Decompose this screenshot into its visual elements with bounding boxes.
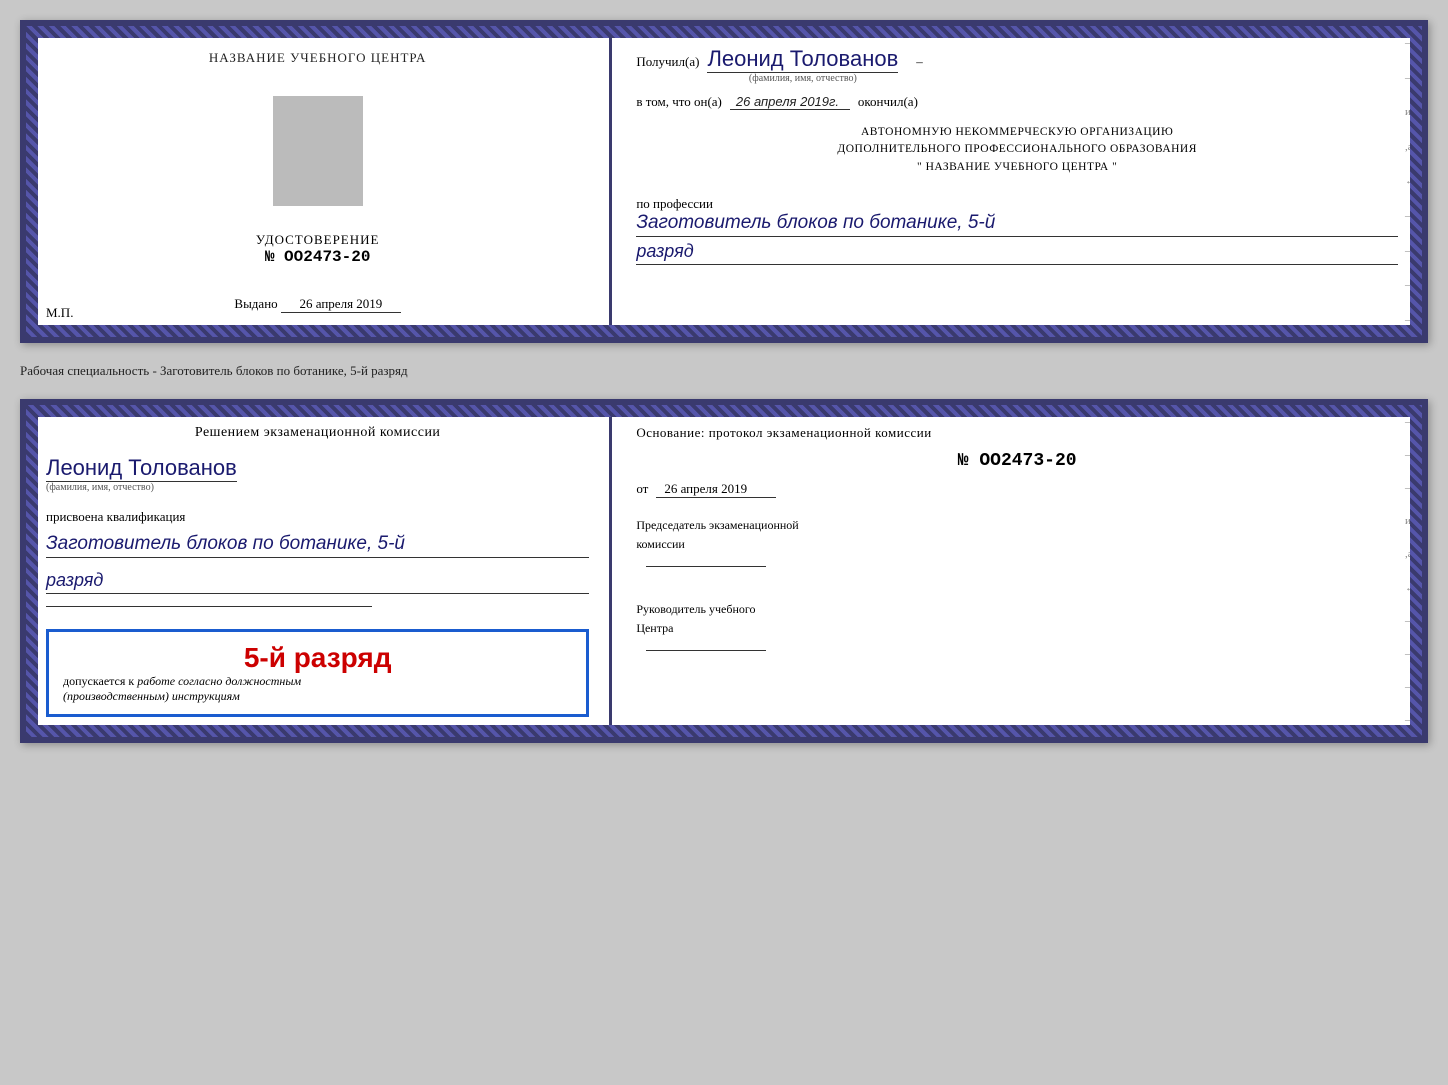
profession-name: Заготовитель блоков по ботанике, 5-й — [636, 212, 995, 233]
director-label: Руководитель учебного — [636, 600, 1398, 619]
confirm-text: в том, что он(а) — [636, 94, 722, 110]
allowed-text: допускается к — [63, 674, 134, 688]
from-date: 26 апреля 2019 — [656, 481, 776, 498]
rank-text: разряд — [636, 241, 693, 261]
bottom-rank-text: разряд — [46, 570, 103, 590]
rank-line: разряд — [636, 241, 1398, 265]
from-label: от — [636, 481, 648, 498]
recipient-section: Получил(а) Леонид Толованов (фамилия, им… — [636, 46, 1398, 84]
profession-block: по профессии Заготовитель блоков по бота… — [636, 196, 1398, 265]
org-line2: ДОПОЛНИТЕЛЬНОГО ПРОФЕССИОНАЛЬНОГО ОБРАЗО… — [636, 141, 1398, 158]
training-center-title: НАЗВАНИЕ УЧЕБНОГО ЦЕНТРА — [209, 50, 426, 66]
qualification-stamp: 5-й разряд допускается к работе согласно… — [46, 629, 589, 717]
cert-label: УДОСТОВЕРЕНИЕ — [256, 232, 380, 248]
profession-label: по профессии — [636, 196, 1398, 212]
confirm-suffix: окончил(а) — [858, 94, 918, 110]
bottom-doc-left: Решением экзаменационной комиссии Леонид… — [26, 405, 612, 737]
dash-after-name: – — [916, 54, 923, 70]
chairman-label2: комиссии — [636, 535, 1398, 554]
director-label2: Центра — [636, 619, 1398, 638]
qualification-name: Заготовитель блоков по ботанике, 5-й — [46, 533, 405, 554]
cert-number: № OO2473-20 — [265, 248, 371, 266]
received-prefix: Получил(а) — [636, 54, 699, 70]
org-block: АВТОНОМНУЮ НЕКОММЕРЧЕСКУЮ ОРГАНИЗАЦИЮ ДО… — [636, 124, 1398, 176]
top-doc-left: НАЗВАНИЕ УЧЕБНОГО ЦЕНТРА УДОСТОВЕРЕНИЕ №… — [26, 26, 612, 337]
protocol-number: № OO2473-20 — [636, 451, 1398, 471]
person-block: Леонид Толованов (фамилия, имя, отчество… — [46, 455, 589, 493]
photo-placeholder — [273, 96, 363, 206]
allowed-italic: работе согласно должностным — [137, 674, 301, 688]
person-name-subtext: (фамилия, имя, отчество) — [46, 482, 154, 493]
profession-name-line: Заготовитель блоков по ботанике, 5-й — [636, 212, 1398, 237]
chairman-block: Председатель экзаменационной комиссии — [636, 516, 1398, 574]
basis-text: Основание: протокол экзаменационной коми… — [636, 425, 1398, 441]
bottom-right-dashes: – – – и ,а ← – – – – — [1405, 405, 1416, 737]
bottom-doc-right: Основание: протокол экзаменационной коми… — [612, 405, 1422, 737]
recipient-name-block: Леонид Толованов (фамилия, имя, отчество… — [707, 46, 898, 84]
instructions-italic: (производственным) инструкциям — [63, 689, 572, 704]
separator1 — [46, 606, 372, 607]
page-container: НАЗВАНИЕ УЧЕБНОГО ЦЕНТРА УДОСТОВЕРЕНИЕ №… — [20, 20, 1428, 743]
top-document: НАЗВАНИЕ УЧЕБНОГО ЦЕНТРА УДОСТОВЕРЕНИЕ №… — [20, 20, 1428, 343]
mp-label: М.П. — [46, 305, 73, 321]
confirm-line: в том, что он(а) 26 апреля 2019г. окончи… — [636, 94, 1398, 110]
decision-text: Решением экзаменационной комиссии — [46, 425, 589, 441]
issued-date: 26 апреля 2019 — [281, 296, 401, 313]
bottom-rank-line: разряд — [46, 570, 589, 594]
qualification-name-line: Заготовитель блоков по ботанике, 5-й — [46, 533, 589, 558]
specialty-label: Рабочая специальность - Заготовитель бло… — [20, 359, 1428, 383]
issued-label: Выдано — [234, 296, 277, 311]
stamp-allowed: допускается к работе согласно должностны… — [63, 674, 572, 689]
stamp-rank: 5-й разряд — [63, 642, 572, 674]
org-line1: АВТОНОМНУЮ НЕКОММЕРЧЕСКУЮ ОРГАНИЗАЦИЮ — [636, 124, 1398, 141]
issued-line: Выдано 26 апреля 2019 — [234, 296, 401, 313]
top-doc-right: Получил(а) Леонид Толованов (фамилия, им… — [612, 26, 1422, 337]
chairman-label: Председатель экзаменационной — [636, 516, 1398, 535]
org-line3: " НАЗВАНИЕ УЧЕБНОГО ЦЕНТРА " — [636, 159, 1398, 176]
right-dashes: – – и ,а ← – – – – — [1405, 26, 1416, 337]
director-signature — [646, 650, 766, 651]
recipient-name: Леонид Толованов — [707, 46, 898, 73]
chairman-signature — [646, 566, 766, 567]
director-block: Руководитель учебного Центра — [636, 600, 1398, 658]
name-subtext: (фамилия, имя, отчество) — [707, 73, 898, 84]
qualification-assigned: присвоена квалификация — [46, 509, 589, 525]
confirm-date: 26 апреля 2019г. — [730, 94, 850, 110]
bottom-document: Решением экзаменационной комиссии Леонид… — [20, 399, 1428, 743]
from-date-block: от 26 апреля 2019 — [636, 481, 1398, 498]
person-name: Леонид Толованов — [46, 455, 237, 482]
